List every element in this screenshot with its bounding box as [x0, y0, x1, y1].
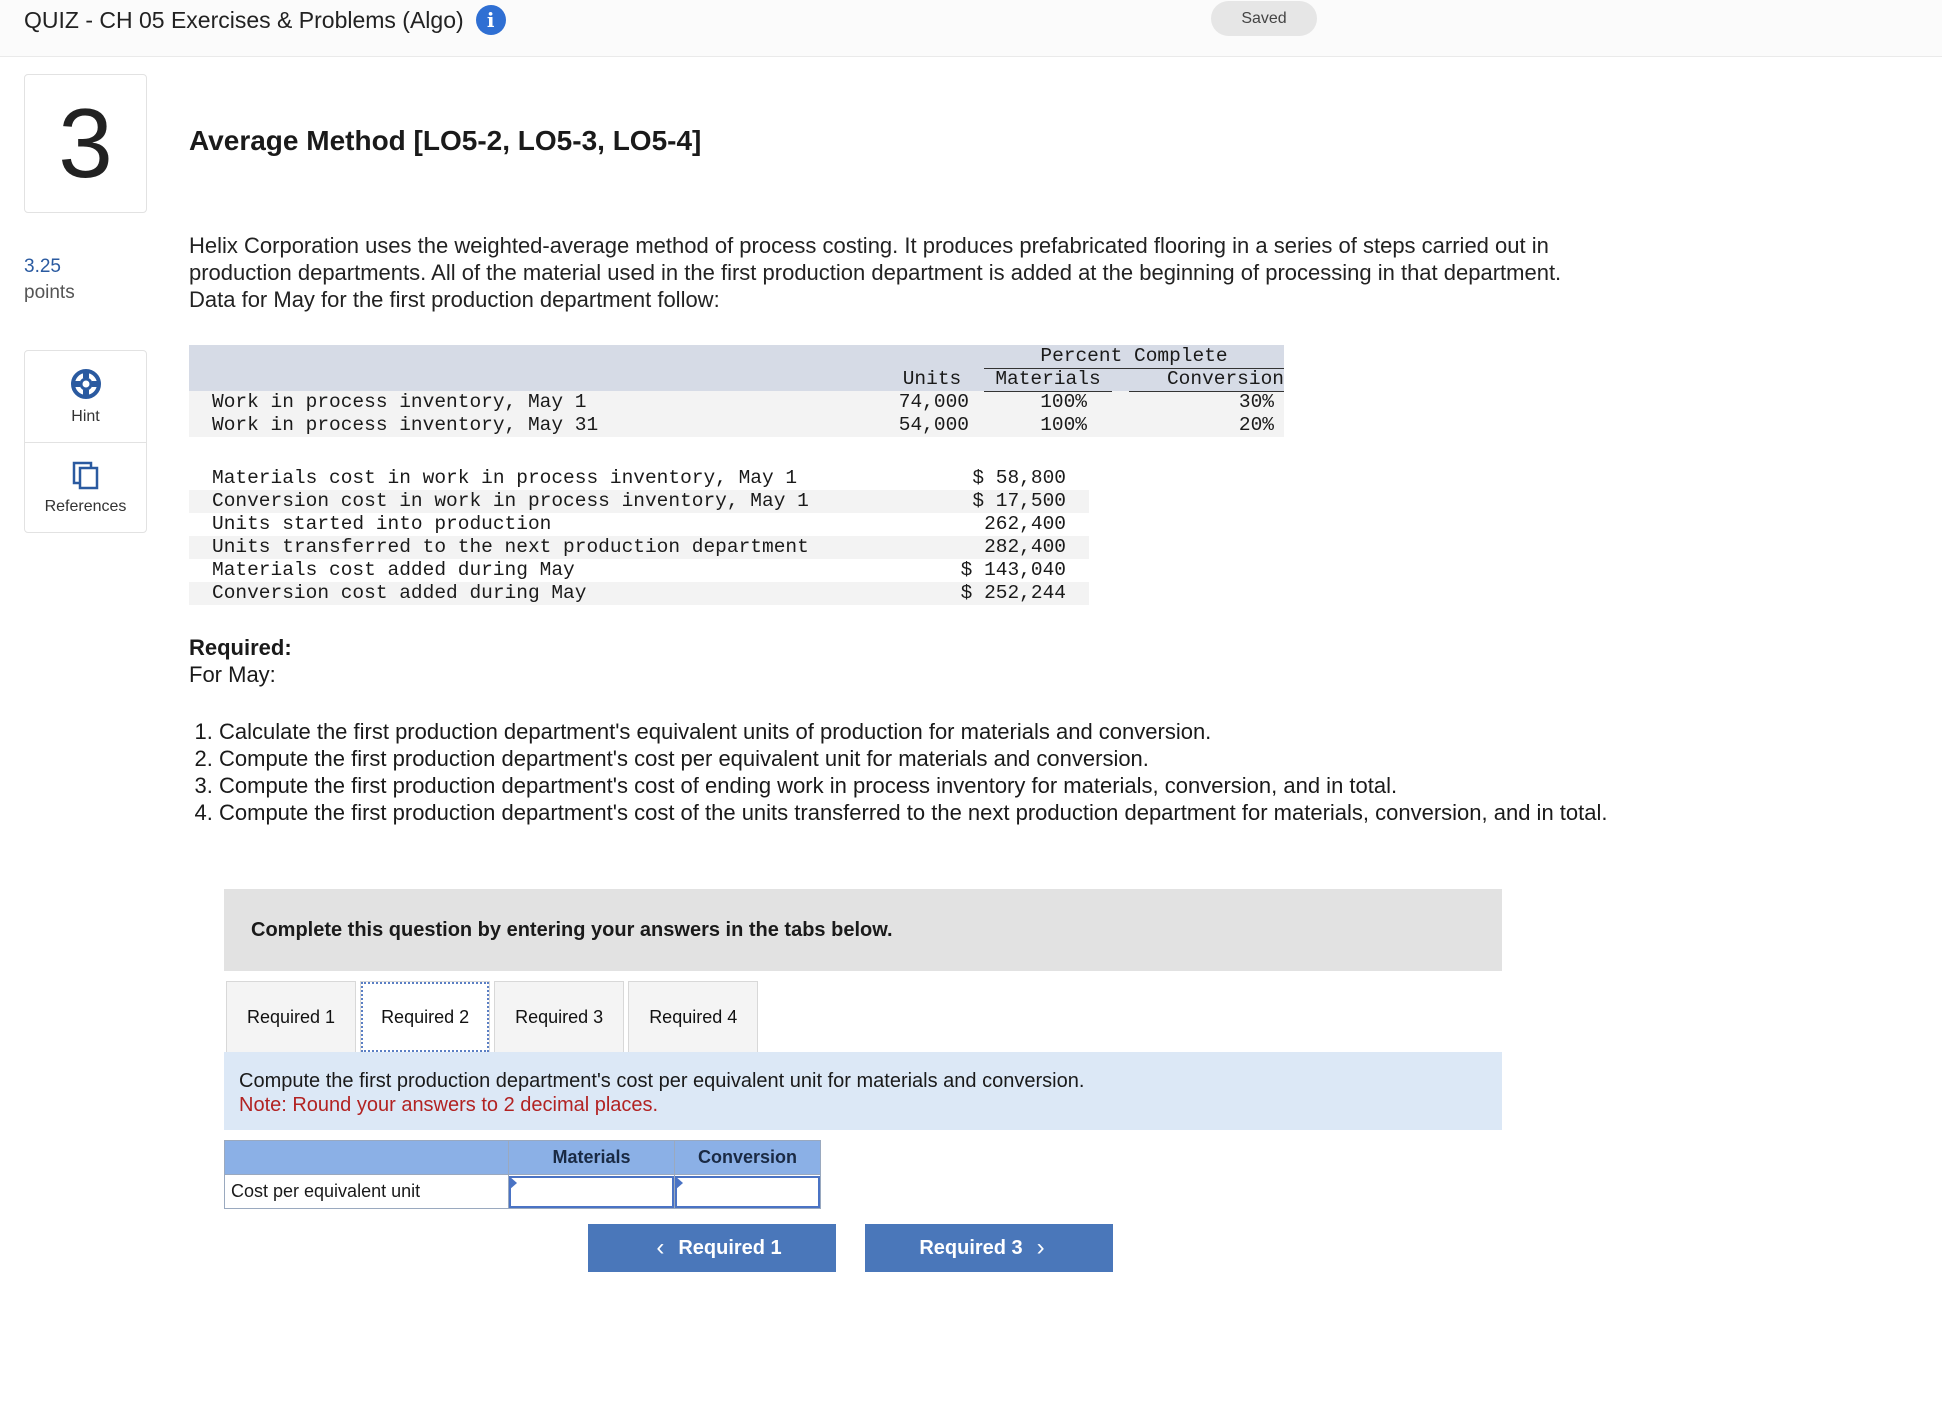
next-button-label: Required 3 — [919, 1236, 1023, 1259]
top-bar: QUIZ - CH 05 Exercises & Problems (Algo)… — [0, 0, 1942, 57]
conversion-cost-input[interactable] — [675, 1175, 820, 1208]
table-row: Materials cost in work in process invent… — [189, 467, 1089, 490]
points-label: points — [24, 282, 75, 303]
materials-cell — [508, 1174, 675, 1209]
table-row-units: 54,000 — [898, 414, 969, 436]
required-heading: Required: — [189, 635, 292, 660]
saved-status-badge: Saved — [1211, 1, 1317, 36]
conversion-column-header: Conversion — [674, 1140, 821, 1175]
answer-table: Materials Conversion Cost per equivalent… — [224, 1140, 821, 1209]
instructions-banner: Complete this question by entering your … — [224, 889, 1502, 971]
cost-row-value: $ 58,800 — [972, 467, 1066, 489]
cost-row-label: Materials cost added during May — [212, 559, 575, 581]
lifebuoy-icon — [70, 368, 101, 399]
materials-column-header: Materials — [508, 1140, 675, 1175]
cost-row-value: $ 143,040 — [960, 559, 1066, 581]
cost-row-label: Units started into production — [212, 513, 552, 535]
conversion-cell — [674, 1174, 821, 1209]
copy-pages-icon — [72, 461, 98, 490]
cost-row-value: $ 17,500 — [972, 490, 1066, 512]
table-row-conversion: 30% — [1238, 391, 1274, 413]
chevron-left-icon: ‹ — [656, 1234, 665, 1261]
table-row-materials: 100% — [1040, 414, 1087, 436]
tab-required-3[interactable]: Required 3 — [494, 981, 625, 1053]
required-section: Required: For May: — [189, 634, 292, 688]
question-title: Average Method [LO5-2, LO5-3, LO5-4] — [189, 125, 702, 156]
cost-row-value: $ 252,244 — [960, 582, 1066, 604]
instruction-text: Compute the first production department'… — [239, 1070, 1085, 1092]
table-row-conversion: 20% — [1238, 414, 1274, 436]
tab-required-2[interactable]: Required 2 — [360, 981, 491, 1053]
quiz-title: QUIZ - CH 05 Exercises & Problems (Algo)… — [24, 5, 506, 35]
list-item: Calculate the first production departmen… — [219, 718, 1629, 745]
table-row: Conversion cost added during May $ 252,2… — [189, 582, 1089, 605]
chevron-right-icon: › — [1036, 1234, 1045, 1261]
required-subheading: For May: — [189, 662, 276, 687]
references-label: References — [44, 498, 127, 515]
answer-tabs: Required 1 Required 2 Required 3 Require… — [226, 981, 762, 1053]
references-button[interactable]: References — [25, 442, 146, 533]
table-row: Units started into production 262,400 — [189, 513, 1089, 536]
table-row-units: 74,000 — [898, 391, 969, 413]
table-row-label: Work in process inventory, May 1 — [212, 391, 587, 413]
table-row-label: Work in process inventory, May 31 — [212, 414, 599, 436]
points-value: 3.25 — [24, 256, 61, 277]
list-item: Compute the first production department'… — [219, 745, 1629, 772]
hint-button[interactable]: Hint — [25, 351, 146, 442]
cost-row-label: Materials cost in work in process invent… — [212, 467, 798, 489]
tab-instruction: Compute the first production department'… — [224, 1052, 1502, 1130]
prev-required-button[interactable]: ‹ Required 1 — [588, 1224, 836, 1272]
question-number: 3 — [24, 74, 147, 213]
cost-row-label: Conversion cost added during May — [212, 582, 587, 604]
question-intro: Helix Corporation uses the weighted-aver… — [189, 233, 1562, 312]
cost-row-value: 262,400 — [984, 513, 1066, 535]
cost-per-unit-label: Cost per equivalent unit — [224, 1174, 509, 1209]
prev-button-label: Required 1 — [678, 1236, 782, 1259]
list-item: Compute the first production department'… — [219, 799, 1629, 826]
tab-required-1[interactable]: Required 1 — [226, 981, 357, 1053]
next-required-button[interactable]: Required 3 › — [865, 1224, 1113, 1272]
table-row: Materials cost added during May $ 143,04… — [189, 559, 1089, 582]
list-item: Compute the first production department'… — [219, 772, 1629, 799]
hint-label: Hint — [71, 407, 100, 425]
tab-required-4[interactable]: Required 4 — [628, 981, 759, 1053]
table-row: Conversion cost in work in process inven… — [189, 490, 1089, 513]
table-row: Units transferred to the next production… — [189, 536, 1089, 559]
cost-row-value: 282,400 — [984, 536, 1066, 558]
units-header: Units — [902, 368, 962, 390]
percent-complete-header: Percent Complete — [984, 345, 1284, 369]
side-tools: Hint References — [24, 350, 147, 533]
rounding-note: Note: Round your answers to 2 decimal pl… — [239, 1094, 659, 1116]
input-marker-icon — [509, 1175, 517, 1190]
materials-header: Materials — [984, 368, 1112, 392]
table-row-materials: 100% — [1040, 391, 1087, 413]
input-marker-icon — [675, 1175, 683, 1190]
cost-data-table: Materials cost in work in process invent… — [189, 467, 1089, 607]
required-steps-list: Calculate the first production departmen… — [189, 718, 1629, 826]
materials-cost-input[interactable] — [509, 1175, 674, 1208]
points-info: 3.25 points — [24, 254, 75, 306]
inventory-table: Percent Complete Units Materials Convers… — [189, 345, 1284, 438]
answer-table-corner — [224, 1140, 509, 1175]
info-icon[interactable]: i — [475, 5, 506, 35]
cost-row-label: Conversion cost in work in process inven… — [212, 490, 809, 512]
conversion-header: Conversion — [1129, 368, 1284, 392]
cost-row-label: Units transferred to the next production… — [212, 536, 809, 558]
